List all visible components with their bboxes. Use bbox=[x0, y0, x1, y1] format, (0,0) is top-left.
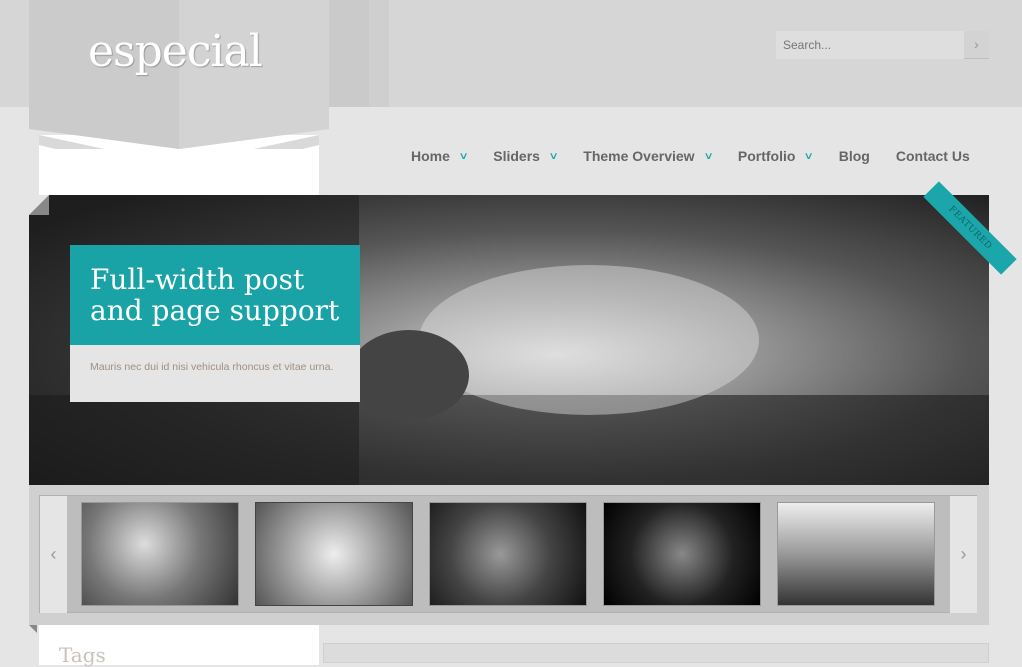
slider-corner-fold bbox=[29, 195, 49, 215]
nav-item-blog[interactable]: Blog bbox=[839, 148, 870, 164]
chevron-down-icon: ∨ bbox=[703, 150, 714, 162]
main-nav: Home ∨ Sliders ∨ Theme Overview ∨ Portfolio ∨ Bl… bbox=[411, 148, 996, 164]
slide-title[interactable]: Full-width post and page support bbox=[70, 245, 360, 345]
carousel-next-button[interactable]: › bbox=[950, 496, 977, 613]
nav-item-theme-overview[interactable]: Theme Overview ∨ bbox=[583, 148, 714, 164]
chevron-down-icon: ∨ bbox=[548, 150, 559, 162]
nav-label: Sliders bbox=[493, 148, 540, 164]
main-content-box bbox=[323, 643, 989, 663]
search-input[interactable] bbox=[776, 31, 964, 59]
nav-item-portfolio[interactable]: Portfolio ∨ bbox=[737, 148, 815, 164]
logo-panel-chevron bbox=[29, 107, 329, 149]
thumbnail[interactable] bbox=[603, 502, 761, 606]
chevron-down-icon: ∨ bbox=[803, 150, 815, 162]
tags-heading: Tags bbox=[59, 643, 106, 667]
site-logo[interactable]: especial bbox=[88, 26, 263, 77]
carousel-prev-button[interactable]: ‹ bbox=[40, 496, 67, 613]
box-corner-fold bbox=[29, 625, 37, 633]
nav-label: Theme Overview bbox=[583, 148, 695, 164]
thumbnail[interactable] bbox=[81, 502, 239, 606]
slide-excerpt: Mauris nec dui id nisi vehicula rhoncus … bbox=[70, 345, 360, 402]
nav-label: Contact Us bbox=[895, 148, 970, 164]
decor-strip bbox=[329, 0, 369, 107]
search-button[interactable]: › bbox=[964, 31, 989, 59]
thumbnail[interactable] bbox=[777, 502, 935, 606]
chevron-down-icon: ∨ bbox=[458, 150, 469, 162]
nav-label: Home bbox=[411, 148, 450, 164]
nav-item-contact-us[interactable]: Contact Us bbox=[896, 148, 970, 164]
nav-label: Portfolio bbox=[737, 148, 796, 164]
nav-label: Blog bbox=[838, 148, 870, 164]
decor-strip bbox=[369, 0, 389, 107]
thumbnail[interactable] bbox=[429, 502, 587, 606]
nav-item-home[interactable]: Home ∨ bbox=[411, 148, 469, 164]
thumbnail[interactable] bbox=[255, 502, 413, 606]
nav-item-sliders[interactable]: Sliders ∨ bbox=[493, 148, 559, 164]
